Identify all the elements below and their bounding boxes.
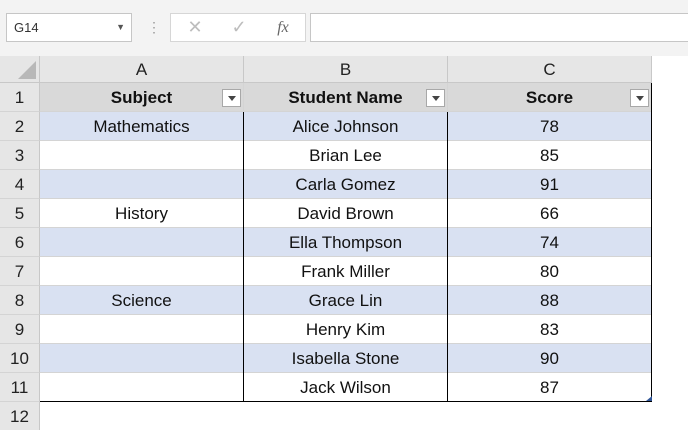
name-box-value: G14 xyxy=(14,20,39,35)
insert-function-icon[interactable]: fx xyxy=(263,14,303,41)
table-header-score[interactable]: Score xyxy=(448,83,652,112)
row-header-8[interactable]: 8 xyxy=(0,286,40,315)
cell-a3[interactable] xyxy=(40,141,244,170)
table-header-label: Student Name xyxy=(288,88,403,107)
row-header-12[interactable]: 12 xyxy=(0,402,40,430)
row-header-7[interactable]: 7 xyxy=(0,257,40,286)
filter-dropdown-icon[interactable] xyxy=(222,89,241,107)
cancel-icon[interactable]: ✕ xyxy=(175,14,215,41)
table-border xyxy=(40,401,652,402)
formula-input[interactable] xyxy=(310,13,688,42)
name-box[interactable]: G14 ▼ xyxy=(6,13,132,42)
table-header-label: Subject xyxy=(110,88,173,107)
cell-a6[interactable] xyxy=(40,228,244,257)
cell-a9[interactable] xyxy=(40,315,244,344)
cell-a2[interactable]: Mathematics xyxy=(40,112,244,141)
filter-dropdown-icon[interactable] xyxy=(630,89,649,107)
cell-b11[interactable]: Jack Wilson xyxy=(244,373,448,402)
cell-c5[interactable]: 66 xyxy=(448,199,652,228)
table-border xyxy=(651,83,652,402)
row-header-2[interactable]: 2 xyxy=(0,112,40,141)
cell-b9[interactable]: Henry Kim xyxy=(244,315,448,344)
chevron-down-icon[interactable]: ▼ xyxy=(116,14,125,41)
drag-handle-icon[interactable]: ⋮ xyxy=(147,16,161,38)
column-header-b[interactable]: B xyxy=(244,56,448,83)
cell-b10[interactable]: Isabella Stone xyxy=(244,344,448,373)
worksheet-grid: A B C 1 2 3 4 5 6 7 8 9 10 11 12 Subject… xyxy=(0,56,688,430)
filter-dropdown-icon[interactable] xyxy=(426,89,445,107)
cell-b4[interactable]: Carla Gomez xyxy=(244,170,448,199)
cell-c3[interactable]: 85 xyxy=(448,141,652,170)
cell-b7[interactable]: Frank Miller xyxy=(244,257,448,286)
row-header-11[interactable]: 11 xyxy=(0,373,40,402)
cell-c4[interactable]: 91 xyxy=(448,170,652,199)
cell-c9[interactable]: 83 xyxy=(448,315,652,344)
cell-a5[interactable]: History xyxy=(40,199,244,228)
empty-area xyxy=(652,83,688,402)
formula-bar: G14 ▼ ⋮ ✕ ✓ fx xyxy=(0,0,688,56)
row-header-9[interactable]: 9 xyxy=(0,315,40,344)
cell-c10[interactable]: 90 xyxy=(448,344,652,373)
table-header-subject[interactable]: Subject xyxy=(40,83,244,112)
cell-b3[interactable]: Brian Lee xyxy=(244,141,448,170)
cell-c8[interactable]: 88 xyxy=(448,286,652,315)
select-all-button[interactable] xyxy=(0,56,40,83)
enter-icon[interactable]: ✓ xyxy=(219,14,259,41)
formula-buttons: ✕ ✓ fx xyxy=(170,13,306,42)
cell-c6[interactable]: 74 xyxy=(448,228,652,257)
cell-c7[interactable]: 80 xyxy=(448,257,652,286)
cell-b8[interactable]: Grace Lin xyxy=(244,286,448,315)
table-border xyxy=(243,112,244,402)
cell-b6[interactable]: Ella Thompson xyxy=(244,228,448,257)
row-header-6[interactable]: 6 xyxy=(0,228,40,257)
cell-b5[interactable]: David Brown xyxy=(244,199,448,228)
cell-a12[interactable] xyxy=(40,402,244,430)
table-resize-handle[interactable] xyxy=(645,396,652,401)
table-border xyxy=(447,112,448,402)
cell-a11[interactable] xyxy=(40,373,244,402)
cell-c12[interactable] xyxy=(448,402,688,430)
column-header-c[interactable]: C xyxy=(448,56,652,83)
column-header-a[interactable]: A xyxy=(40,56,244,83)
cell-a10[interactable] xyxy=(40,344,244,373)
cell-a4[interactable] xyxy=(40,170,244,199)
select-all-icon xyxy=(18,61,36,79)
table-header-student-name[interactable]: Student Name xyxy=(244,83,448,112)
cell-a8[interactable]: Science xyxy=(40,286,244,315)
row-header-10[interactable]: 10 xyxy=(0,344,40,373)
cell-b2[interactable]: Alice Johnson xyxy=(244,112,448,141)
row-header-3[interactable]: 3 xyxy=(0,141,40,170)
cell-c11[interactable]: 87 xyxy=(448,373,652,402)
cell-b12[interactable] xyxy=(244,402,448,430)
row-header-4[interactable]: 4 xyxy=(0,170,40,199)
row-header-1[interactable]: 1 xyxy=(0,83,40,112)
row-header-5[interactable]: 5 xyxy=(0,199,40,228)
cell-a7[interactable] xyxy=(40,257,244,286)
table-header-label: Score xyxy=(525,88,574,107)
cell-c2[interactable]: 78 xyxy=(448,112,652,141)
